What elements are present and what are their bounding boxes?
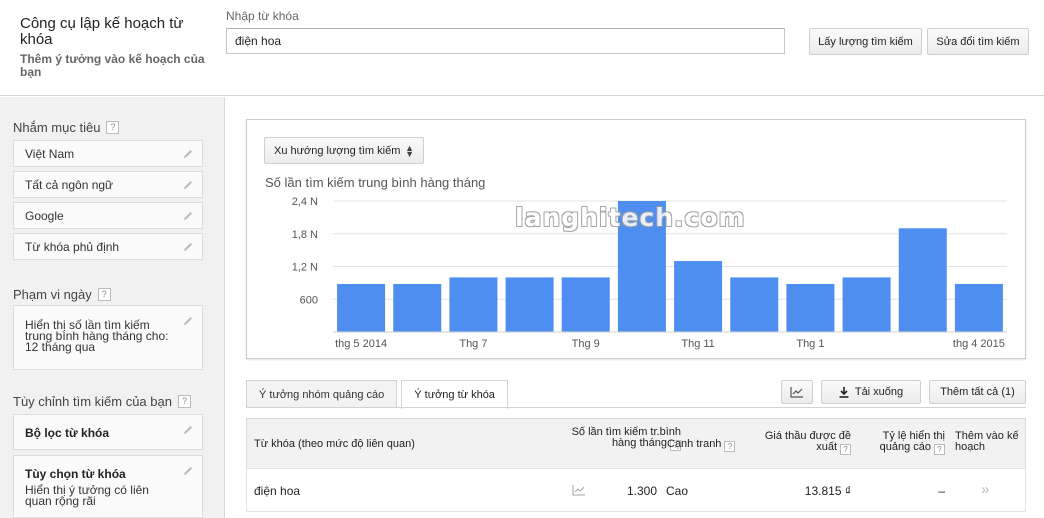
keyword-options-box[interactable]: Tùy chọn từ khóa Hiển thị ý tưởng có liê… [13,455,203,518]
chart-bar [842,277,891,332]
keyword-options-desc: Hiển thị ý tưởng có liên quan rộng rãi [25,483,149,508]
date-range-box[interactable]: Hiển thị số lần tìm kiếm trung bình hàng… [13,305,203,370]
targeting-network[interactable]: Google [13,202,203,229]
sort-arrows-icon: ▲ ▼ [405,143,414,159]
add-to-plan-icon[interactable]: » [981,481,989,498]
app-subtitle: Thêm ý tưởng vào kế hoạch của bạn [20,52,205,79]
y-tick-label: 1,8 N [292,229,318,241]
col-ad-share-header[interactable]: Tỷ lệ hiển thị quảng cáo? [863,431,945,455]
pencil-icon [184,317,192,325]
chart-bar [337,283,386,332]
targeting-section-title: Nhắm mục tiêu ? [13,120,120,135]
chart-bar [505,277,554,332]
customize-section-title: Tùy chỉnh tìm kiếm của bạn ? [13,394,191,409]
trend-selector[interactable]: Xu hướng lượng tìm kiếm ▲ ▼ [264,137,424,164]
help-icon[interactable]: ? [106,121,120,134]
y-tick-label: 2,4 N [292,196,318,208]
help-icon[interactable]: ? [177,395,191,408]
x-tick-label: Thg 1 [796,338,824,350]
table-header: Từ khóa (theo mức độ liên quan) Số lần t… [246,418,1026,469]
pencil-icon [184,150,192,158]
main-content: 600 1,2 N 1,8 N 2,4 N thg 5 2014 Thg 7 Thg 9 Th… [226,97,1044,518]
keyword-input-label: Nhập từ khóa [226,9,299,23]
tab-divider [246,407,1026,408]
chart-bar [393,283,442,332]
col-suggested-bid-header[interactable]: Giá thầu được đề xuất? [763,431,851,455]
help-icon[interactable]: ? [97,288,111,301]
chart-bar [954,283,1003,332]
x-tick-label: Thg 11 [681,338,714,350]
col-avg-searches-header[interactable]: Số lần tìm kiếm tr.bình hàng tháng? [569,427,681,451]
chart-bar [674,261,723,332]
pencil-icon [184,426,192,434]
chart-title: Số lần tìm kiếm trung bình hàng tháng [265,175,486,190]
chart-toggle-button[interactable] [781,380,813,404]
col-competition-header[interactable]: Cạnh tranh? [667,439,736,452]
targeting-negative-keywords[interactable]: Từ khóa phủ định [13,233,203,260]
chart-bar [561,277,610,332]
pencil-icon [184,467,192,475]
download-button[interactable]: Tải xuống [821,380,921,404]
pencil-icon [184,243,192,251]
y-tick-label: 600 [300,294,318,306]
row-ad-share: – [938,484,945,498]
y-tick-label: 1,2 N [292,262,318,274]
sidebar: Nhắm mục tiêu ? Việt Nam Tất cả ngôn ngữ… [0,97,225,518]
search-volume-chart-card: 600 1,2 N 1,8 N 2,4 N thg 5 2014 Thg 7 Thg 9 Th… [246,119,1026,359]
targeting-location[interactable]: Việt Nam [13,140,203,167]
table-row: điện hoa 1.300 Cao 13.815 ₫ – » [246,468,1026,512]
x-tick-label: Thg 7 [459,338,487,350]
trend-chart-icon[interactable] [572,484,586,496]
keyword-filter-label: Bộ lọc từ khóa [25,426,110,440]
pencil-icon [184,212,192,220]
row-keyword: điện hoa [254,484,301,498]
app-title: Công cụ lập kế hoạch từ khóa [20,15,184,48]
help-icon[interactable]: ? [840,444,851,455]
tab-ad-group-ideas[interactable]: Ý tưởng nhóm quảng cáo [246,380,398,408]
watermark: langhitech.com [515,203,746,232]
chart-bar [786,283,835,332]
line-chart-icon [790,387,803,398]
date-range-text: Hiển thị số lần tìm kiếm trung bình hàng… [25,318,169,354]
help-icon[interactable]: ? [934,444,945,455]
x-tick-label: thg 4 2015 [953,338,1005,350]
row-competition: Cao [666,484,689,498]
keyword-input[interactable] [226,28,785,54]
chart-bar [730,277,779,332]
pencil-icon [184,181,192,189]
keyword-filter-box[interactable]: Bộ lọc từ khóa [13,414,203,450]
col-keyword-header[interactable]: Từ khóa (theo mức độ liên quan) [254,439,415,450]
keyword-options-label: Tùy chọn từ khóa [25,467,126,481]
chart-bar [449,277,498,332]
row-avg-searches: 1.300 [626,484,657,498]
modify-search-button[interactable]: Sửa đổi tìm kiếm [927,28,1029,55]
chart-bar [898,228,947,332]
tab-keyword-ideas[interactable]: Ý tưởng từ khóa [401,380,508,409]
x-tick-label: Thg 9 [572,338,600,350]
row-suggested-bid: 13.815 ₫ [804,484,851,498]
date-range-section-title: Phạm vi ngày ? [13,287,111,302]
help-icon[interactable]: ? [724,441,736,452]
x-tick-label: thg 5 2014 [335,338,387,350]
col-add-to-plan-header: Thêm vào kế hoạch [955,430,1019,453]
add-all-button[interactable]: Thêm tất cả (1) [929,380,1026,404]
targeting-language[interactable]: Tất cả ngôn ngữ [13,171,203,198]
download-icon [839,386,849,398]
get-search-volume-button[interactable]: Lấy lượng tìm kiếm [809,28,922,55]
page-header: Công cụ lập kế hoạch từ khóa Thêm ý tưởn… [0,0,1044,96]
results-tabs: Ý tưởng nhóm quảng cáo Ý tưởng từ khóa [246,380,512,409]
